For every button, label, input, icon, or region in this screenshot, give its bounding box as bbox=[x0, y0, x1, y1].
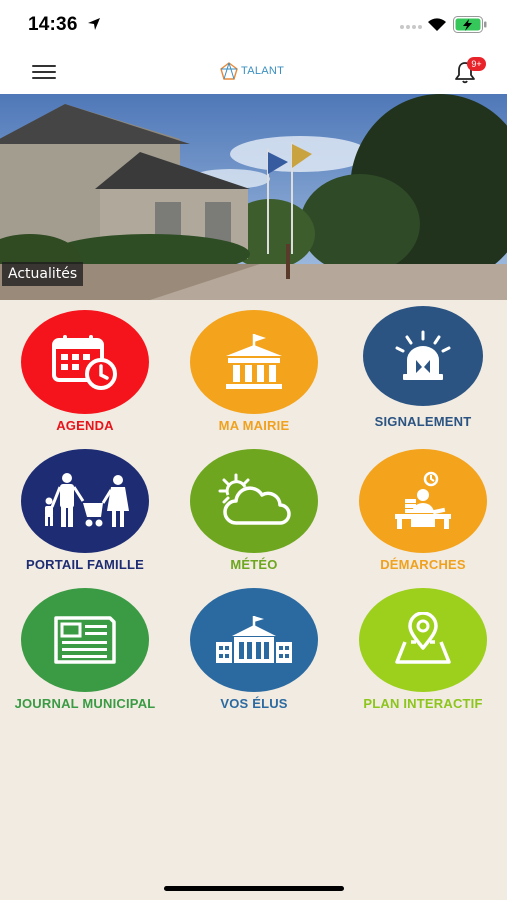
map-pin-icon bbox=[395, 612, 451, 664]
battery-charging-icon bbox=[453, 16, 487, 33]
calendar-clock-icon bbox=[52, 335, 117, 390]
news-caption: Actualités bbox=[2, 262, 84, 286]
family-icon bbox=[45, 473, 129, 527]
tile-agenda-circle bbox=[21, 310, 149, 414]
tile-ma-mairie[interactable]: MA MAIRIE bbox=[169, 310, 339, 440]
tile-plan-interactif-circle bbox=[359, 588, 487, 692]
logo-mark-icon bbox=[220, 62, 238, 80]
app-logo: TALANT bbox=[219, 60, 284, 82]
tile-signalement-label: SIGNALEMENT bbox=[374, 414, 472, 429]
status-bar: 14:36 bbox=[0, 0, 507, 50]
tile-journal-municipal-label: JOURNAL MUNICIPAL bbox=[14, 696, 156, 711]
tile-demarches[interactable]: DÉMARCHES bbox=[338, 449, 507, 579]
tile-ma-mairie-circle bbox=[190, 310, 318, 414]
tile-meteo-label: MÉTÉO bbox=[230, 557, 278, 572]
tile-vos-elus-circle bbox=[190, 588, 318, 692]
home-indicator[interactable] bbox=[164, 886, 344, 891]
menu-icon[interactable] bbox=[32, 65, 56, 79]
cellular-signal-icon bbox=[400, 25, 422, 29]
alarm-siren-icon bbox=[395, 330, 451, 380]
tile-portail-famille-label: PORTAIL FAMILLE bbox=[25, 557, 145, 572]
tile-portail-famille-circle bbox=[21, 449, 149, 553]
tile-meteo-circle bbox=[190, 449, 318, 553]
tile-portail-famille[interactable]: PORTAIL FAMILLE bbox=[0, 449, 170, 579]
tile-ma-mairie-label: MA MAIRIE bbox=[218, 418, 290, 433]
weather-icon bbox=[218, 473, 291, 525]
status-time: 14:36 bbox=[28, 14, 78, 35]
tile-vos-elus-label: VOS ÉLUS bbox=[220, 696, 288, 711]
tile-journal-municipal-circle bbox=[21, 588, 149, 692]
logo-text: TALANT bbox=[241, 65, 285, 77]
tile-demarches-circle bbox=[359, 449, 487, 553]
tile-journal-municipal[interactable]: JOURNAL MUNICIPAL bbox=[0, 588, 170, 718]
tile-agenda-label: AGENDA bbox=[56, 418, 114, 433]
city-hall-icon bbox=[216, 616, 292, 663]
tile-demarches-label: DÉMARCHES bbox=[380, 557, 466, 572]
nav-bar: TALANT 9+ bbox=[0, 50, 507, 94]
tile-agenda[interactable]: AGENDA bbox=[0, 310, 170, 440]
town-hall-icon bbox=[226, 334, 282, 389]
wifi-icon bbox=[428, 18, 446, 31]
tile-signalement-circle bbox=[363, 306, 483, 406]
news-banner[interactable]: Actualités bbox=[0, 94, 507, 300]
newspaper-icon bbox=[54, 616, 116, 664]
notification-badge: 9+ bbox=[467, 57, 486, 71]
tile-meteo[interactable]: MÉTÉO bbox=[169, 449, 339, 579]
tile-plan-interactif-label: PLAN INTERACTIF bbox=[363, 696, 483, 711]
tile-plan-interactif[interactable]: PLAN INTERACTIF bbox=[338, 588, 507, 718]
desk-clerk-icon bbox=[395, 471, 451, 529]
location-arrow-icon bbox=[88, 18, 100, 30]
tile-vos-elus[interactable]: VOS ÉLUS bbox=[169, 588, 339, 718]
tile-signalement[interactable]: SIGNALEMENT bbox=[338, 306, 507, 436]
